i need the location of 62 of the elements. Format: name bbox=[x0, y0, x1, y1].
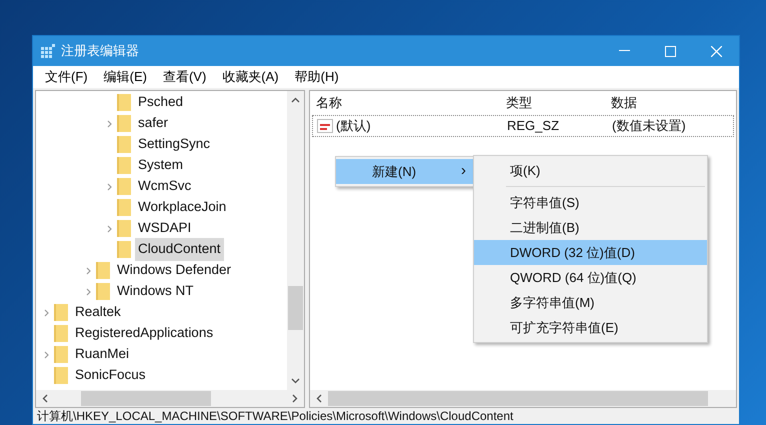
folder-icon bbox=[117, 115, 131, 132]
menu-item[interactable]: 字符串值(S) bbox=[474, 190, 707, 215]
column-header[interactable]: 数据 bbox=[605, 93, 736, 113]
value-name: (默认) bbox=[336, 117, 371, 136]
folder-icon bbox=[117, 178, 131, 195]
menu-item[interactable]: QWORD (64 位)值(Q) bbox=[474, 265, 707, 290]
value-type: REG_SZ bbox=[506, 117, 560, 136]
close-icon bbox=[710, 46, 722, 56]
window-title: 注册表编辑器 bbox=[61, 42, 139, 60]
scrollbar-thumb[interactable] bbox=[288, 286, 303, 330]
vertical-scrollbar[interactable] bbox=[287, 91, 304, 390]
menu-item[interactable]: 多字符串值(M) bbox=[474, 290, 707, 315]
tree-item[interactable]: WcmSvc bbox=[135, 175, 194, 198]
menu-item[interactable]: 收藏夹(A) bbox=[214, 67, 287, 87]
scroll-left-icon[interactable] bbox=[42, 394, 48, 403]
column-header[interactable]: 类型 bbox=[500, 93, 605, 113]
tree-item[interactable]: WorkplaceJoin bbox=[135, 196, 230, 219]
folder-icon bbox=[54, 346, 68, 363]
folder-icon bbox=[117, 94, 131, 111]
tree-item[interactable]: System bbox=[135, 154, 186, 177]
menu-item[interactable]: 项(K) bbox=[474, 158, 707, 183]
folder-icon bbox=[117, 157, 131, 174]
string-value-icon bbox=[317, 119, 333, 133]
scroll-right-icon[interactable] bbox=[292, 394, 298, 403]
menu-item[interactable]: 文件(F) bbox=[37, 67, 96, 87]
folder-icon bbox=[54, 325, 68, 342]
menu-item[interactable]: 新建(N) › bbox=[336, 159, 474, 184]
tree-item[interactable]: WSDAPI bbox=[135, 217, 194, 240]
folder-icon bbox=[54, 304, 68, 321]
maximize-icon bbox=[664, 46, 676, 56]
menu-item[interactable]: 编辑(E) bbox=[96, 67, 155, 87]
folder-icon bbox=[117, 220, 131, 237]
menu-item[interactable]: 可扩充字符串值(E) bbox=[474, 315, 707, 340]
column-header[interactable]: 名称 bbox=[310, 93, 500, 113]
folder-icon bbox=[117, 241, 131, 258]
tree-item[interactable]: Windows NT bbox=[114, 280, 197, 303]
folder-icon bbox=[117, 136, 131, 153]
scroll-left-icon[interactable] bbox=[316, 394, 322, 403]
tree-item[interactable]: SettingSync bbox=[135, 133, 214, 156]
folder-icon bbox=[96, 262, 110, 279]
tree-item[interactable]: RegisteredApplications bbox=[72, 322, 216, 345]
tree-item[interactable]: RuanMei bbox=[72, 343, 132, 366]
tree-item[interactable]: safer bbox=[135, 112, 172, 135]
menu-item[interactable]: 查看(V) bbox=[154, 67, 214, 87]
registry-icon bbox=[41, 44, 55, 58]
tree-item[interactable]: Windows Defender bbox=[114, 259, 234, 282]
tree-item[interactable]: SonicFocus bbox=[72, 364, 149, 387]
horizontal-scrollbar[interactable] bbox=[36, 390, 304, 407]
folder-icon bbox=[54, 367, 68, 384]
menu-item[interactable]: 二进制值(B) bbox=[474, 215, 707, 240]
menu-item[interactable]: 帮助(H) bbox=[286, 67, 347, 87]
tree-item[interactable]: Psched bbox=[135, 91, 186, 114]
scrollbar-thumb[interactable] bbox=[328, 391, 708, 406]
folder-icon bbox=[96, 283, 110, 300]
folder-icon bbox=[117, 199, 131, 216]
value-data: (数值未设置) bbox=[611, 117, 687, 136]
tree-item[interactable]: CloudContent bbox=[135, 238, 224, 261]
minimize-icon bbox=[618, 50, 630, 52]
tree-item[interactable]: Realtek bbox=[72, 301, 124, 324]
horizontal-scrollbar[interactable] bbox=[310, 390, 736, 407]
scrollbar-thumb[interactable] bbox=[81, 391, 211, 406]
menu-item[interactable]: DWORD (32 位)值(D) bbox=[474, 240, 707, 265]
